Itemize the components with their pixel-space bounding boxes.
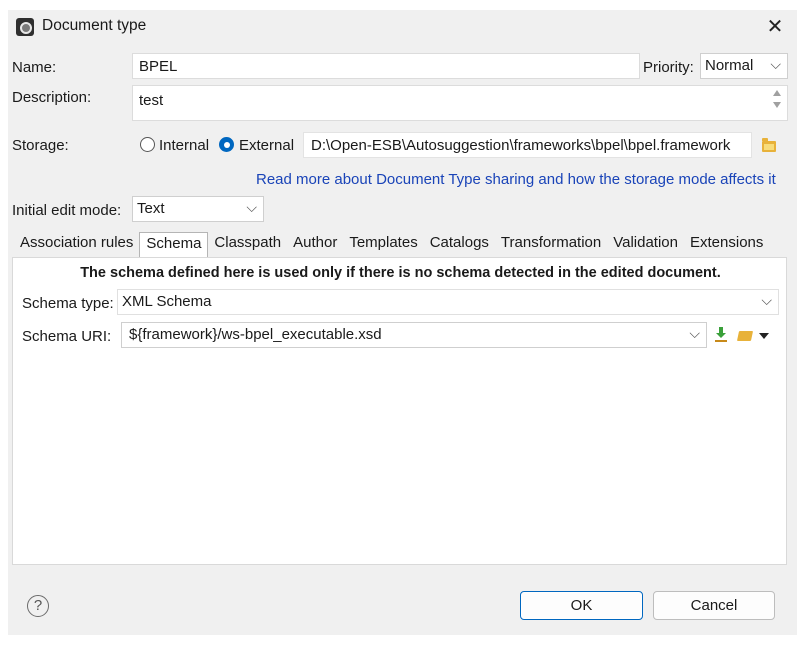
chevron-down-icon: ⌵ <box>689 325 700 341</box>
storage-label: Storage: <box>12 137 69 154</box>
storage-internal-label[interactable]: Internal <box>159 137 209 154</box>
tab-association-rules[interactable]: Association rules <box>14 232 139 256</box>
folder-icon[interactable] <box>762 138 776 152</box>
tab-extensions[interactable]: Extensions <box>684 232 769 256</box>
priority-label: Priority: <box>643 59 694 76</box>
name-input[interactable]: BPEL <box>132 53 640 79</box>
download-icon-base <box>715 340 727 342</box>
schema-notice: The schema defined here is used only if … <box>80 265 721 281</box>
tab-schema[interactable]: Schema <box>139 232 209 257</box>
tab-author[interactable]: Author <box>287 232 343 256</box>
storage-external-label[interactable]: External <box>239 137 294 154</box>
priority-select[interactable]: Normal ⌵ <box>700 53 788 79</box>
dropdown-arrow-icon[interactable] <box>759 333 769 339</box>
chevron-down-icon: ⌵ <box>770 56 781 72</box>
priority-value: Normal <box>705 57 754 74</box>
storage-internal-radio[interactable] <box>140 137 155 152</box>
edit-mode-label: Initial edit mode: <box>12 202 122 219</box>
storage-sharing-link[interactable]: Read more about Document Type sharing an… <box>256 171 776 188</box>
open-folder-icon[interactable] <box>736 331 754 341</box>
dialog-title: Document type <box>42 17 147 34</box>
tab-classpath[interactable]: Classpath <box>208 232 287 256</box>
description-label: Description: <box>12 89 92 106</box>
schema-type-value: XML Schema <box>122 293 212 310</box>
chevron-down-icon: ⌵ <box>246 199 257 215</box>
schema-uri-label: Schema URI: <box>22 328 112 345</box>
description-textarea[interactable]: test <box>132 85 788 121</box>
scroll-down-icon[interactable] <box>773 102 781 108</box>
edit-mode-select[interactable]: Text ⌵ <box>132 196 264 222</box>
schema-type-label: Schema type: <box>22 295 114 312</box>
title-bar: Document type ✕ <box>8 10 797 44</box>
tab-templates[interactable]: Templates <box>343 232 423 256</box>
tab-catalogs[interactable]: Catalogs <box>424 232 495 256</box>
document-type-dialog: Document type ✕ Name: BPEL Priority: Nor… <box>8 10 797 635</box>
ok-button[interactable]: OK <box>520 591 643 620</box>
close-icon[interactable]: ✕ <box>757 12 793 42</box>
tab-transformation[interactable]: Transformation <box>495 232 607 256</box>
tab-bar: Association rules Schema Classpath Autho… <box>14 232 769 257</box>
description-scrollbar[interactable] <box>773 90 783 116</box>
download-icon[interactable] <box>715 327 727 341</box>
schema-uri-combo[interactable]: ${framework}/ws-bpel_executable.xsd ⌵ <box>121 322 707 348</box>
chevron-down-icon: ⌵ <box>761 292 772 308</box>
schema-uri-value: ${framework}/ws-bpel_executable.xsd <box>129 326 382 343</box>
tab-validation[interactable]: Validation <box>607 232 684 256</box>
cancel-button[interactable]: Cancel <box>653 591 775 620</box>
schema-panel: The schema defined here is used only if … <box>12 257 787 565</box>
schema-type-select[interactable]: XML Schema ⌵ <box>117 289 779 315</box>
scroll-up-icon[interactable] <box>773 90 781 96</box>
window-app-icon <box>16 18 34 36</box>
help-icon[interactable]: ? <box>27 595 49 617</box>
description-value: test <box>139 92 164 109</box>
storage-path-field[interactable]: D:\Open-ESB\Autosuggestion\frameworks\bp… <box>303 132 752 158</box>
storage-external-radio[interactable] <box>219 137 234 152</box>
name-label: Name: <box>12 59 57 76</box>
edit-mode-value: Text <box>137 200 165 217</box>
